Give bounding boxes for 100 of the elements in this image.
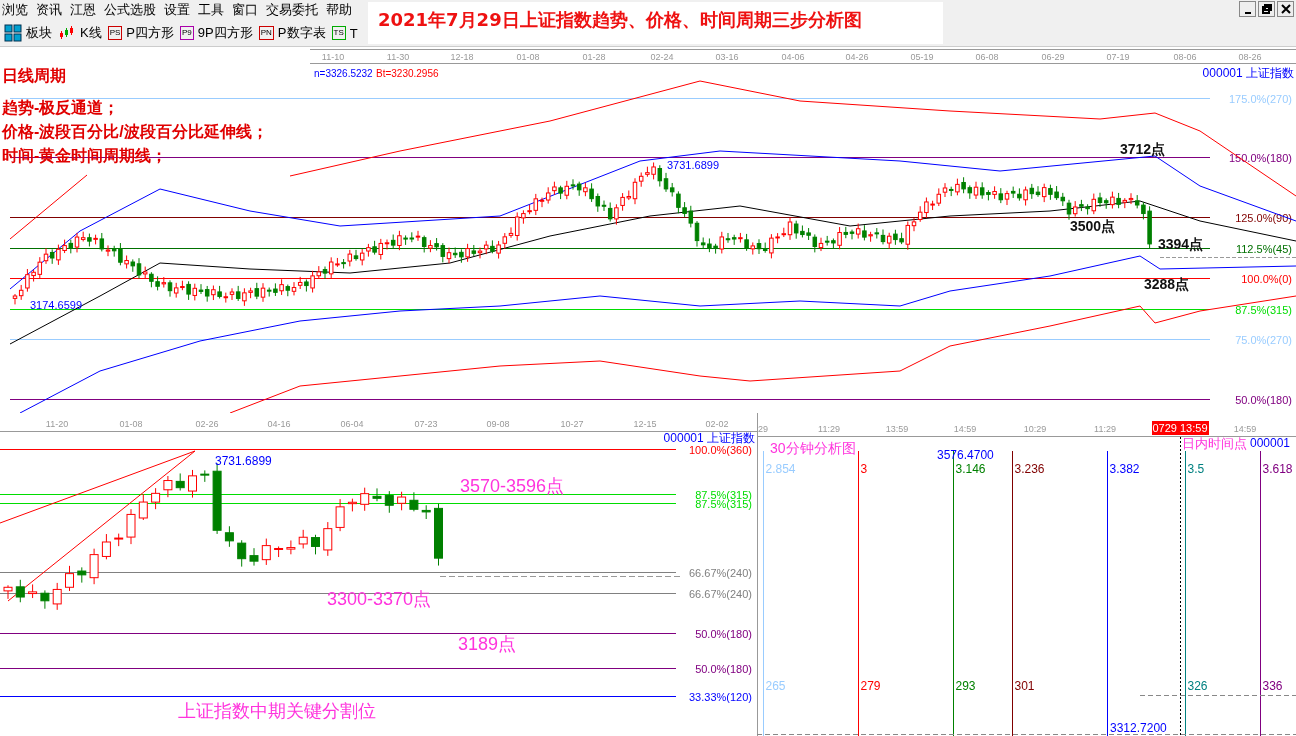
date-label: 11-10	[321, 52, 345, 62]
toolbar-button[interactable]: 板块	[2, 24, 54, 42]
date-label: 02-26	[195, 419, 219, 429]
date-label: 04-26	[845, 52, 869, 62]
price-label: 3712点	[1120, 141, 1166, 157]
level-label: 50.0%(180)	[695, 663, 752, 675]
menu-item[interactable]: 工具	[196, 1, 230, 19]
chart-caption: 日线周期	[2, 67, 66, 84]
annotation-text: 3570-3596点	[460, 476, 565, 496]
date-label: 08-06	[1173, 52, 1197, 62]
indicator-value: n=3326.5232	[314, 68, 373, 79]
date-label: 01-28	[582, 52, 606, 62]
date-label: 12-15	[633, 419, 657, 429]
date-label: 06-08	[975, 52, 999, 62]
annotation-text: 3189点	[458, 634, 517, 654]
price-label: 3731.6899	[215, 454, 272, 468]
price-label: 3312.7200	[1110, 721, 1167, 735]
count-label: 336	[1262, 679, 1283, 693]
ratio-label: 3.382	[1109, 462, 1140, 476]
menu-item[interactable]: 交易委托	[264, 1, 324, 19]
time-label: 11:29	[1094, 424, 1116, 434]
date-label: 12-18	[450, 52, 474, 62]
date-label: 04-06	[781, 52, 805, 62]
count-label: 279	[860, 679, 881, 693]
level-label: 175.0%(270)	[1229, 93, 1292, 105]
count-label: 265	[765, 679, 786, 693]
level-label: 66.67%(240)	[689, 567, 752, 579]
chart-title: 2021年7月29日上证指数趋势、价格、时间周期三步分析图	[368, 2, 943, 44]
ratio-label: 3	[860, 462, 868, 476]
tool-badge-icon: TS	[331, 26, 346, 40]
time-label: 10:29	[1023, 424, 1047, 434]
chart-caption: 30分钟分析图	[770, 440, 856, 456]
time-label: 13:59	[885, 424, 909, 434]
price-label: 3288点	[1144, 276, 1190, 292]
toolbar-button[interactable]: TS T	[329, 25, 360, 41]
count-label: 301	[1014, 679, 1035, 693]
date-label: 11-30	[386, 52, 410, 62]
current-time-badge: 0729 13:59	[1152, 421, 1209, 435]
date-label: 04-16	[267, 419, 291, 429]
annotation-text: 上证指数中期关键分割位	[178, 701, 376, 721]
toolbar-button[interactable]: P9 9P四方形	[178, 24, 255, 42]
tool-badge-icon: PS	[107, 26, 123, 40]
level-label: 100.0%(360)	[689, 444, 752, 456]
ratio-label: 3.236	[1014, 462, 1045, 476]
price-label: 3174.6599	[30, 299, 82, 311]
count-label: 326	[1187, 679, 1208, 693]
time-label: 14:59	[953, 424, 977, 434]
menu-item[interactable]: 公式选股	[102, 1, 162, 19]
menu-item[interactable]: 浏览	[0, 1, 34, 19]
date-label: 05-19	[910, 52, 934, 62]
toolbar-button[interactable]: PS P四方形	[105, 24, 176, 42]
menu-item[interactable]: 窗口	[230, 1, 264, 19]
level-label: 125.0%(90)	[1235, 212, 1292, 224]
time-label: 11:29	[818, 424, 840, 434]
level-label: 33.33%(120)	[689, 691, 752, 703]
count-label: 293	[955, 679, 976, 693]
level-label: 100.0%(0)	[1241, 273, 1292, 285]
level-label: 50.0%(180)	[1235, 394, 1292, 406]
price-label: 3731.6899	[667, 159, 719, 171]
date-label: 09-08	[486, 419, 510, 429]
menu-item[interactable]: 帮助	[324, 1, 358, 19]
price-label: 3500点	[1070, 218, 1116, 234]
price-label: 3394点	[1158, 236, 1204, 252]
menu-item[interactable]: 资讯	[34, 1, 68, 19]
date-label: 01-08	[516, 52, 540, 62]
level-label: 50.0%(180)	[695, 628, 752, 640]
date-label: 07-19	[1106, 52, 1130, 62]
ratio-label: 3.146	[955, 462, 986, 476]
tool-badge-icon: P9	[180, 26, 194, 40]
symbol-label: 000001 上证指数	[663, 431, 755, 445]
date-label: 08-26	[1238, 52, 1262, 62]
level-label: 87.5%(315)	[695, 489, 752, 501]
annotation-text: 3300-3370点	[327, 589, 432, 609]
date-label: 07-23	[414, 419, 438, 429]
toolbar-button[interactable]: PN P数字表	[256, 24, 328, 42]
chart-caption: 日内时间点	[1182, 436, 1247, 451]
time-label: 29	[758, 424, 768, 434]
level-label: 66.67%(240)	[689, 588, 752, 600]
date-label: 03-16	[715, 52, 739, 62]
ratio-label: 2.854	[765, 462, 796, 476]
date-label: 02-24	[650, 52, 674, 62]
date-label: 06-29	[1041, 52, 1065, 62]
ratio-label: 3.618	[1262, 462, 1293, 476]
date-label: 11-20	[45, 419, 69, 429]
date-label: 01-08	[119, 419, 143, 429]
annotation-text: 价格-波段百分比/波段百分比延伸线；	[2, 123, 268, 140]
time-label: 14:59	[1233, 424, 1257, 434]
indicator-value: Bt=3230.2956	[376, 68, 439, 79]
ratio-label: 3.5	[1187, 462, 1205, 476]
menu-item[interactable]: 设置	[162, 1, 196, 19]
symbol-label: 000001 上证指数	[1202, 66, 1294, 80]
tool-badge-icon: PN	[258, 26, 274, 40]
level-label: 112.5%(45)	[1235, 243, 1292, 255]
date-label: 02-02	[705, 419, 729, 429]
level-label: 87.5%(315)	[1235, 304, 1292, 316]
symbol-label: 000001	[1250, 436, 1291, 450]
level-label: 75.0%(270)	[1235, 334, 1292, 346]
date-label: 10-27	[560, 419, 584, 429]
menu-item[interactable]: 江恩	[68, 1, 102, 19]
toolbar-button[interactable]: K线	[56, 24, 104, 42]
